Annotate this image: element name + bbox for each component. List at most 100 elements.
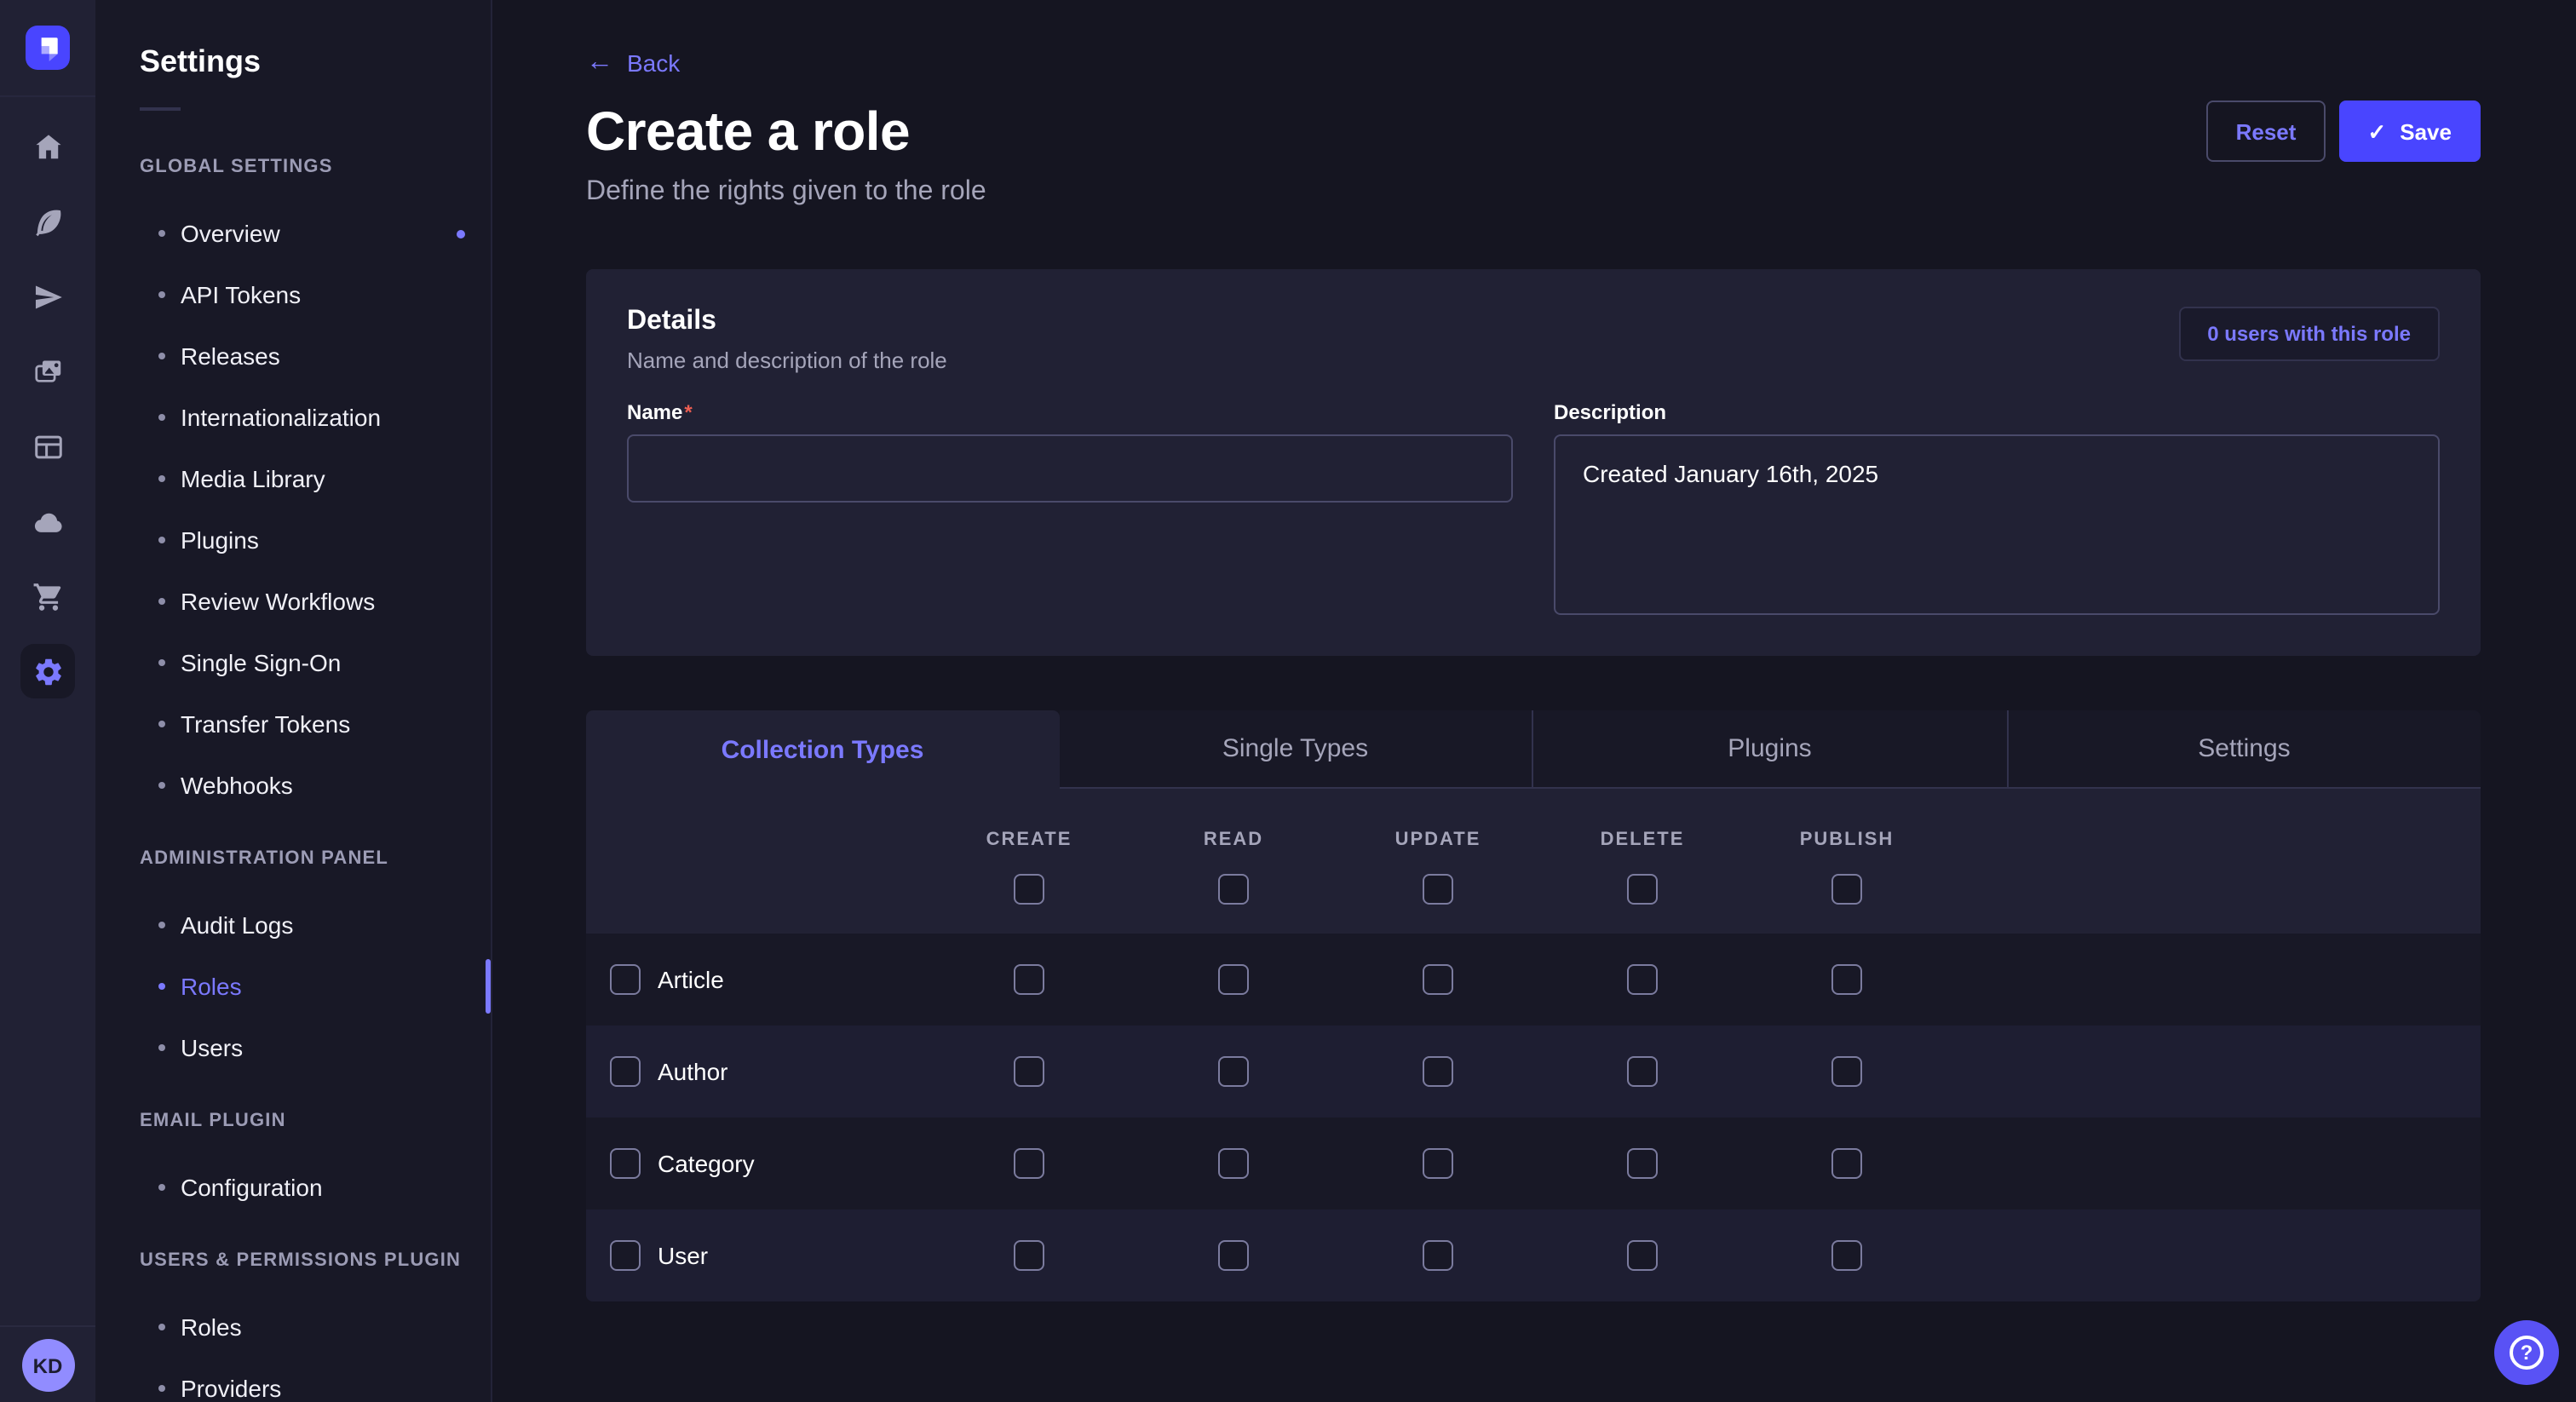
article-delete-checkbox[interactable] [1627, 964, 1658, 995]
users-with-role-button[interactable]: 0 users with this role [2178, 307, 2440, 361]
user-create-checkbox[interactable] [1014, 1240, 1044, 1271]
back-link[interactable]: ← Back [586, 46, 680, 80]
user-update-checkbox[interactable] [1423, 1240, 1453, 1271]
row-category-checkbox[interactable] [610, 1148, 641, 1179]
user-read-checkbox[interactable] [1218, 1240, 1249, 1271]
subnav-item-single-sign-on[interactable]: Single Sign-On [95, 632, 491, 693]
subnav-item-internationalization[interactable]: Internationalization [95, 387, 491, 448]
nav-media-button[interactable] [20, 344, 75, 399]
select-all-publish-checkbox[interactable] [1831, 874, 1862, 905]
subnav-item-providers[interactable]: Providers [95, 1358, 491, 1402]
header-checkbox-spacer [586, 874, 927, 905]
description-input[interactable]: Created January 16th, 2025 [1554, 434, 2440, 615]
nav-cloud-button[interactable] [20, 494, 75, 549]
permission-cell [1540, 1056, 1745, 1087]
save-button[interactable]: ✓ Save [2338, 101, 2481, 162]
author-create-checkbox[interactable] [1014, 1056, 1044, 1087]
tab-collection-types[interactable]: Collection Types [586, 710, 1059, 789]
permission-cell [1540, 1240, 1745, 1271]
row-label-cell: Author [586, 1056, 927, 1087]
subnav-item-roles[interactable]: Roles [95, 956, 491, 1017]
author-update-checkbox[interactable] [1423, 1056, 1453, 1087]
subnav-item-webhooks[interactable]: Webhooks [95, 755, 491, 816]
avatar[interactable]: KD [21, 1339, 74, 1392]
article-publish-checkbox[interactable] [1831, 964, 1862, 995]
column-header-update: UPDATE [1336, 830, 1540, 850]
subnav-item-overview[interactable]: Overview [95, 203, 491, 264]
nav-home-button[interactable] [20, 119, 75, 174]
category-update-checkbox[interactable] [1423, 1148, 1453, 1179]
author-read-checkbox[interactable] [1218, 1056, 1249, 1087]
subnav-title-divider [140, 107, 181, 111]
tab-single-types[interactable]: Single Types [1059, 710, 1532, 789]
permissions-table-header: CREATEREADUPDATEDELETEPUBLISH [586, 789, 2481, 934]
strapi-logo-icon [26, 26, 70, 70]
subnav-item-roles[interactable]: Roles [95, 1296, 491, 1358]
category-publish-checkbox[interactable] [1831, 1148, 1862, 1179]
subnav-item-plugins[interactable]: Plugins [95, 509, 491, 571]
subnav-item-configuration[interactable]: Configuration [95, 1157, 491, 1218]
bullet-icon [158, 659, 165, 666]
category-read-checkbox[interactable] [1218, 1148, 1249, 1179]
page-subtitle: Define the rights given to the role [586, 174, 2481, 211]
select-all-delete-checkbox[interactable] [1627, 874, 1658, 905]
notification-dot [457, 229, 465, 238]
page-title: Create a role [586, 97, 910, 165]
permission-cell [1745, 1148, 1949, 1179]
tab-settings[interactable]: Settings [2006, 710, 2481, 789]
user-publish-checkbox[interactable] [1831, 1240, 1862, 1271]
user-delete-checkbox[interactable] [1627, 1240, 1658, 1271]
subnav-item-label: Transfer Tokens [181, 710, 350, 738]
subnav-item-transfer-tokens[interactable]: Transfer Tokens [95, 693, 491, 755]
subnav-item-review-workflows[interactable]: Review Workflows [95, 571, 491, 632]
tab-plugins[interactable]: Plugins [1532, 710, 2006, 789]
row-label-cell: Article [586, 964, 927, 995]
permission-cell [1540, 1148, 1745, 1179]
reset-button[interactable]: Reset [2207, 101, 2326, 162]
permission-cell [1336, 964, 1540, 995]
subnav-section-administration-panel: ADMINISTRATION PANELAudit LogsRolesUsers [95, 843, 491, 1078]
strapi-logo[interactable] [26, 26, 70, 70]
subnav-item-label: Media Library [181, 465, 325, 492]
required-asterisk: * [684, 400, 692, 424]
row-article-checkbox[interactable] [610, 964, 641, 995]
bullet-icon [158, 782, 165, 789]
permission-cell [1131, 1240, 1336, 1271]
subnav-item-label: Audit Logs [181, 911, 293, 939]
column-header-create: CREATE [927, 830, 1131, 850]
nav-send-button[interactable] [20, 269, 75, 324]
category-create-checkbox[interactable] [1014, 1148, 1044, 1179]
row-author-checkbox[interactable] [610, 1056, 641, 1087]
subnav-item-users[interactable]: Users [95, 1017, 491, 1078]
select-all-create-checkbox[interactable] [1014, 874, 1044, 905]
permission-cell [1336, 1240, 1540, 1271]
nav-layout-button[interactable] [20, 419, 75, 474]
subnav-item-label: Internationalization [181, 404, 381, 431]
save-label: Save [2400, 118, 2452, 144]
subnav-item-label: Plugins [181, 526, 259, 554]
nav-settings-button[interactable] [20, 644, 75, 698]
subnav-item-label: Roles [181, 973, 242, 1000]
category-delete-checkbox[interactable] [1627, 1148, 1658, 1179]
bullet-icon [158, 1184, 165, 1191]
help-button[interactable]: ? [2494, 1320, 2559, 1385]
permission-cell [1131, 1056, 1336, 1087]
article-update-checkbox[interactable] [1423, 964, 1453, 995]
subnav-section-header: GLOBAL SETTINGS [95, 152, 491, 182]
subnav-item-audit-logs[interactable]: Audit Logs [95, 894, 491, 956]
subnav-section-email-plugin: EMAIL PLUGINConfiguration [95, 1106, 491, 1218]
select-all-update-checkbox[interactable] [1423, 874, 1453, 905]
nav-cart-button[interactable] [20, 569, 75, 623]
article-create-checkbox[interactable] [1014, 964, 1044, 995]
permissions-tabs: Collection TypesSingle TypesPluginsSetti… [586, 710, 2481, 789]
subnav-item-api-tokens[interactable]: API Tokens [95, 264, 491, 325]
article-read-checkbox[interactable] [1218, 964, 1249, 995]
subnav-item-media-library[interactable]: Media Library [95, 448, 491, 509]
name-input[interactable] [627, 434, 1513, 503]
nav-feather-button[interactable] [20, 194, 75, 249]
subnav-item-releases[interactable]: Releases [95, 325, 491, 387]
author-delete-checkbox[interactable] [1627, 1056, 1658, 1087]
row-user-checkbox[interactable] [610, 1240, 641, 1271]
select-all-read-checkbox[interactable] [1218, 874, 1249, 905]
author-publish-checkbox[interactable] [1831, 1056, 1862, 1087]
